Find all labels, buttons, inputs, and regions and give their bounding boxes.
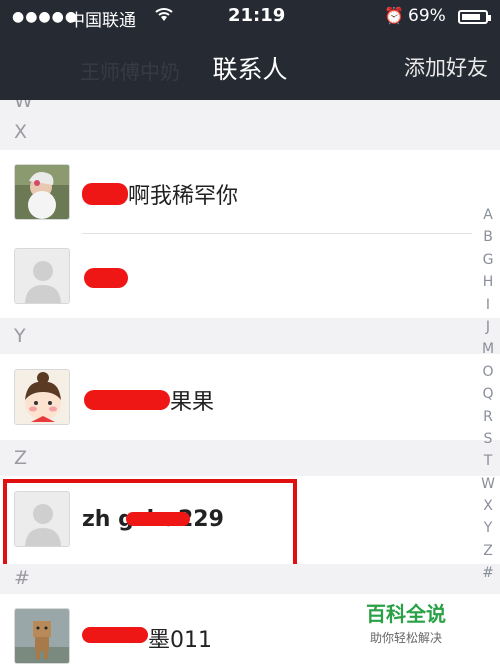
contact-name: 啊我稀罕你: [128, 184, 239, 209]
wifi-icon: [153, 5, 175, 28]
nav-bar: 王师傅中奶 联系人 添加好友: [0, 34, 500, 100]
contact-row[interactable]: 果果: [0, 354, 500, 440]
add-friend-button[interactable]: 添加好友: [404, 52, 488, 82]
contact-row[interactable]: [0, 234, 500, 318]
index-letter[interactable]: B: [476, 226, 500, 248]
avatar-old-man: [14, 164, 70, 220]
battery-icon: [458, 10, 491, 24]
section-letter: Y: [14, 325, 26, 347]
avatar-cardboard-figure: [14, 608, 70, 664]
watermark-title: 百科全说: [366, 602, 446, 626]
index-letter[interactable]: I: [476, 294, 500, 316]
index-letter[interactable]: H: [476, 271, 500, 293]
watermark-subtitle: 助你轻松解决: [369, 631, 442, 645]
index-letter[interactable]: S: [476, 428, 500, 450]
section-header-y: Y: [0, 318, 500, 354]
index-letter[interactable]: #: [476, 562, 500, 584]
redaction-mark: [84, 268, 128, 288]
redaction-mark: [82, 627, 148, 643]
section-letter: #: [14, 567, 30, 589]
index-letter[interactable]: Y: [476, 517, 500, 539]
index-letter[interactable]: Z: [476, 540, 500, 562]
redaction-mark: [84, 390, 170, 410]
index-letter[interactable]: J: [476, 316, 500, 338]
index-letter[interactable]: Q: [476, 383, 500, 405]
index-letter[interactable]: O: [476, 361, 500, 383]
section-header-x: X: [0, 114, 500, 150]
contact-name: 墨011: [148, 628, 212, 653]
index-letter[interactable]: T: [476, 450, 500, 472]
index-letter[interactable]: M: [476, 338, 500, 360]
contact-row[interactable]: 啊我稀罕你: [0, 150, 500, 234]
status-bar: ●●●●● 中国联通 21:19 ⏰ 69%: [0, 0, 500, 34]
alarm-icon: ⏰: [384, 6, 404, 25]
section-header-w: W: [0, 100, 500, 114]
carrier-label: 中国联通: [68, 11, 136, 31]
index-letter[interactable]: R: [476, 406, 500, 428]
section-header-hash: #: [0, 564, 500, 594]
battery-fill: [462, 14, 480, 20]
default-avatar-icon: [14, 248, 70, 304]
index-letter[interactable]: A: [476, 204, 500, 226]
redaction-mark: [82, 183, 128, 205]
clock: 21:19: [228, 5, 286, 26]
section-letter: W: [14, 100, 33, 112]
avatar-cartoon-girl: [14, 369, 70, 425]
highlight-box: [3, 479, 297, 569]
alphabet-index[interactable]: A B G H I J M O Q R S T W X Y Z #: [476, 204, 500, 585]
section-header-z: Z: [0, 440, 500, 476]
battery-percent: 69%: [408, 6, 446, 26]
section-letter: Z: [14, 447, 28, 469]
watermark-logo: 百科全说 助你轻松解决: [346, 596, 466, 648]
section-letter: X: [14, 121, 28, 143]
index-letter[interactable]: W: [476, 473, 500, 495]
contact-name: 果果: [170, 390, 215, 415]
index-letter[interactable]: G: [476, 249, 500, 271]
index-letter[interactable]: X: [476, 495, 500, 517]
